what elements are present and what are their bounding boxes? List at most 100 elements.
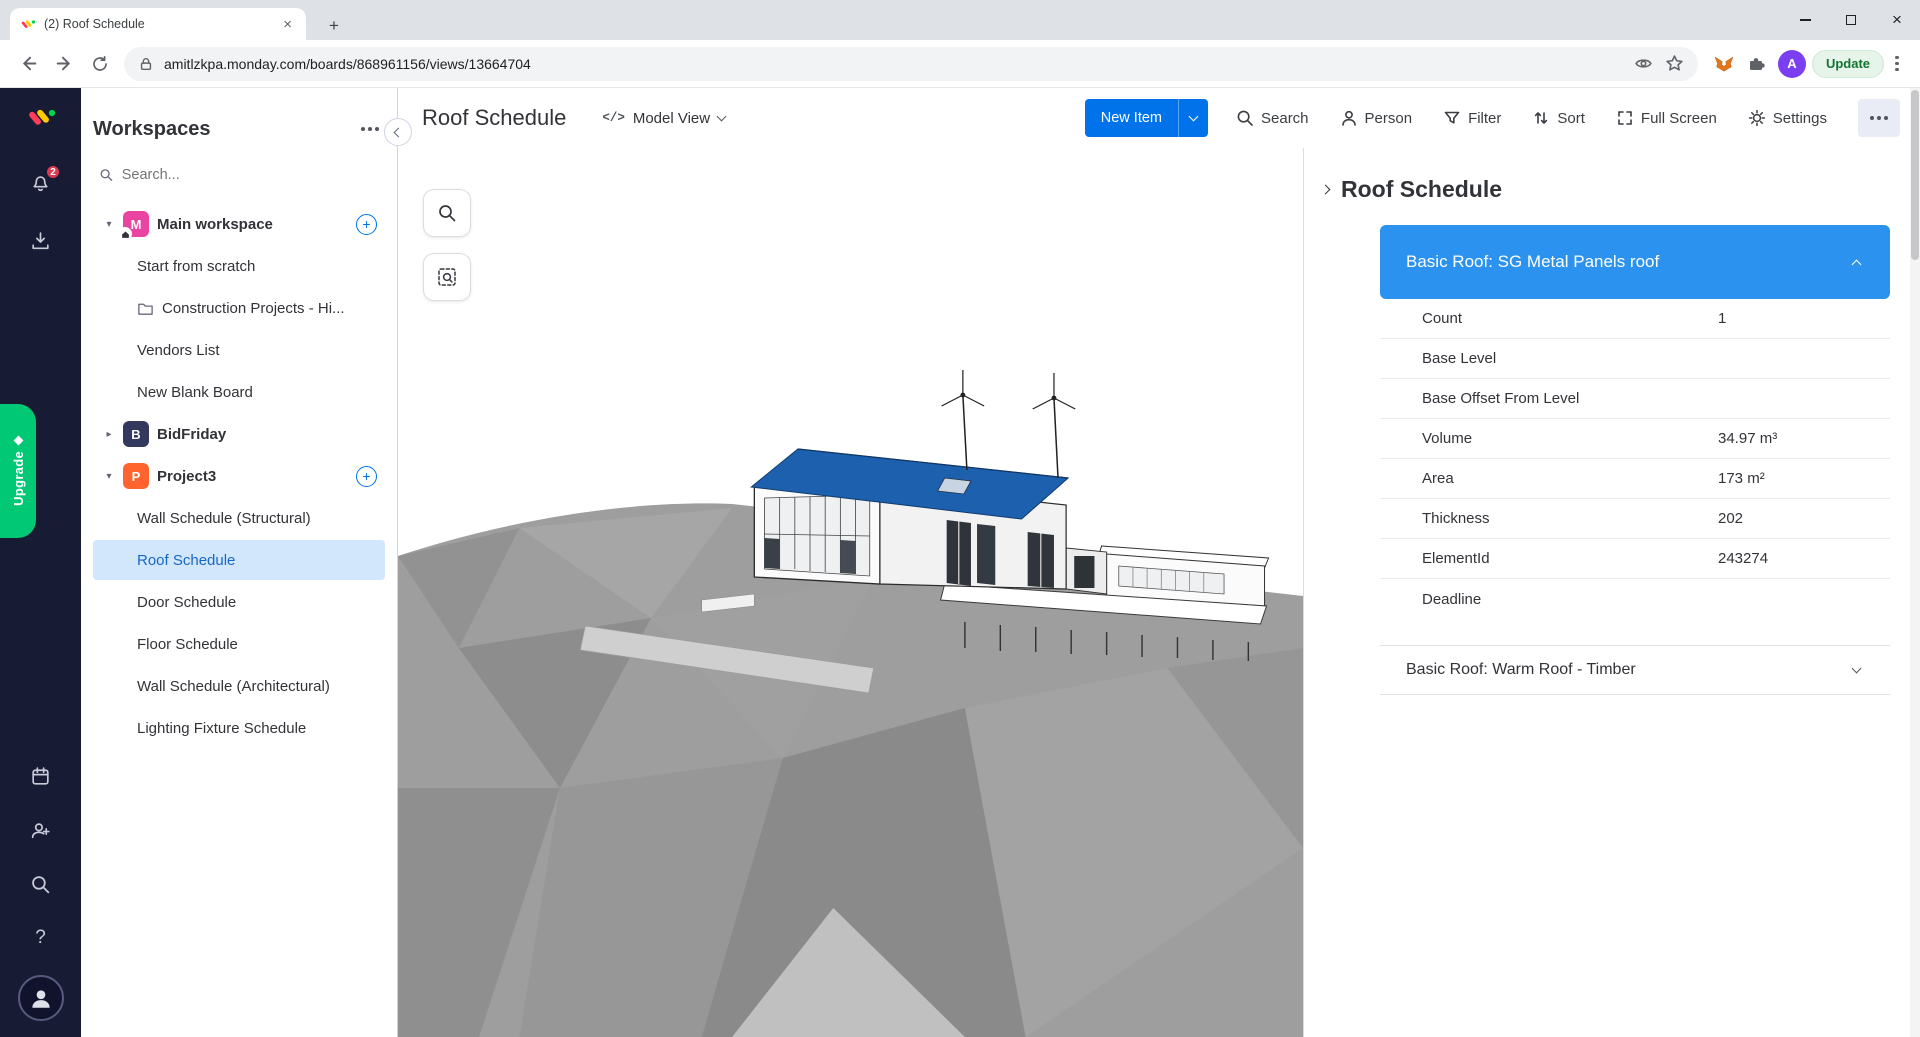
sidebar-item-vendors-list[interactable]: Vendors List — [93, 330, 385, 370]
workspace-project3[interactable]: ▾ P Project3 + — [93, 456, 385, 496]
sidebar-item-wall-schedule-structural[interactable]: Wall Schedule (Structural) — [93, 498, 385, 538]
new-tab-button[interactable]: + — [320, 12, 348, 40]
sidebar-item-construction-projects[interactable]: Construction Projects - Hi... — [93, 288, 385, 328]
code-view-icon: </> — [602, 111, 625, 125]
address-bar[interactable]: amitlzkpa.monday.com/boards/868961156/vi… — [124, 46, 1698, 81]
url-text: amitlzkpa.monday.com/boards/868961156/vi… — [164, 55, 531, 72]
bookmark-star-icon[interactable] — [1665, 54, 1684, 73]
property-value: 173 m² — [1718, 470, 1765, 487]
extensions-puzzle-icon[interactable] — [1740, 48, 1772, 80]
upgrade-pill[interactable]: Upgrade — [0, 404, 36, 538]
sidebar-item-door-schedule[interactable]: Door Schedule — [93, 582, 385, 622]
inbox-button[interactable] — [29, 230, 52, 253]
collapse-details-chevron[interactable] — [1320, 184, 1331, 195]
invite-members-button[interactable] — [29, 819, 52, 847]
sidebar-item-roof-schedule[interactable]: Roof Schedule — [93, 540, 385, 580]
search-icon — [1237, 110, 1253, 126]
browser-tab[interactable]: (2) Roof Schedule × — [10, 8, 306, 40]
workspace-avatar: B — [123, 421, 149, 447]
main-content: Roof Schedule </> Model View New Item Se… — [398, 88, 1920, 1037]
workspace-search-input[interactable] — [121, 167, 379, 183]
view-label: Model View — [632, 109, 711, 127]
sort-button[interactable]: Sort — [1530, 103, 1587, 133]
back-button[interactable] — [10, 46, 46, 82]
chevron-down-icon — [716, 111, 727, 121]
workspace-search[interactable] — [93, 158, 385, 192]
chevron-down-icon — [1188, 111, 1199, 121]
calendar-icon — [32, 767, 49, 785]
fullscreen-button[interactable]: Full Screen — [1614, 103, 1719, 133]
workspace-main[interactable]: ▾ M Main workspace + — [93, 204, 385, 244]
tab-close-icon[interactable]: × — [279, 16, 296, 33]
back-arrow-icon — [22, 56, 36, 71]
help-button[interactable]: ? — [35, 927, 46, 949]
table-row: Thickness 202 — [1380, 499, 1890, 539]
board-header: Roof Schedule </> Model View New Item Se… — [398, 88, 1920, 148]
monday-favicon-icon — [21, 20, 36, 28]
roof-section-collapsed[interactable]: Basic Roof: Warm Roof - Timber — [1380, 645, 1890, 695]
board-title: Roof Schedule — [422, 105, 567, 130]
workspace-name: BidFriday — [157, 425, 227, 443]
caret-right-icon[interactable]: ▸ — [103, 429, 115, 440]
metamask-extension-icon[interactable] — [1708, 48, 1740, 80]
new-item-split-button: New Item — [1084, 99, 1208, 137]
sidebar-item-floor-schedule[interactable]: Floor Schedule — [93, 624, 385, 664]
scrollbar-thumb[interactable] — [1911, 90, 1919, 260]
model-viewport[interactable] — [398, 148, 1303, 1037]
page-scrollbar[interactable] — [1910, 88, 1920, 1037]
caret-down-icon[interactable]: ▾ — [103, 471, 115, 482]
view-switcher[interactable]: </> Model View — [594, 104, 733, 133]
workspace-avatar: M — [118, 211, 149, 241]
refresh-button[interactable] — [82, 46, 118, 82]
collapse-panel-button[interactable] — [384, 118, 412, 146]
sidebar-item-start-from-scratch[interactable]: Start from scratch — [93, 246, 385, 286]
rail-search-button[interactable] — [29, 873, 52, 901]
new-item-button[interactable]: New Item — [1084, 99, 1178, 137]
magnifier-icon — [439, 205, 456, 222]
details-title: Roof Schedule — [1341, 176, 1503, 202]
property-label: Volume — [1422, 430, 1473, 447]
filter-funnel-icon — [1444, 111, 1460, 124]
property-label: Base Level — [1422, 350, 1497, 367]
property-value: 1 — [1718, 310, 1727, 327]
browser-menu-icon[interactable] — [1884, 48, 1910, 80]
settings-button[interactable]: Settings — [1746, 103, 1829, 133]
section-title: Basic Roof: SG Metal Panels roof — [1406, 252, 1660, 271]
workspace-name: Project3 — [157, 467, 217, 485]
add-to-workspace-button[interactable]: + — [356, 213, 377, 235]
browser-tabstrip: (2) Roof Schedule × + × — [0, 0, 1920, 40]
zoom-window-button[interactable] — [424, 254, 470, 300]
rail-bottom: ? — [17, 765, 64, 1037]
new-item-dropdown-button[interactable] — [1178, 99, 1208, 137]
notifications-button[interactable]: 2 — [29, 164, 61, 194]
roof-section-header[interactable]: Basic Roof: SG Metal Panels roof — [1380, 225, 1890, 299]
board-more-button[interactable] — [1858, 99, 1900, 137]
browser-profile-avatar[interactable]: A — [1777, 49, 1806, 78]
workspaces-menu-button[interactable] — [355, 114, 385, 144]
left-rail: 2 Upgrade ? — [0, 88, 81, 1037]
model-viewer[interactable] — [398, 148, 1304, 1037]
sidebar-item-new-blank-board[interactable]: New Blank Board — [93, 372, 385, 412]
table-row: Base Offset From Level — [1380, 379, 1890, 419]
preview-eye-icon[interactable] — [1634, 54, 1653, 73]
monday-logo[interactable] — [26, 104, 56, 135]
window-controls: × — [1782, 0, 1920, 40]
maximize-button[interactable] — [1828, 0, 1874, 40]
filter-button[interactable]: Filter — [1441, 103, 1503, 133]
user-avatar[interactable] — [17, 975, 64, 1021]
person-filter-button[interactable]: Person — [1338, 103, 1415, 133]
update-button[interactable]: Update — [1811, 49, 1884, 78]
search-action-button[interactable]: Search — [1234, 103, 1311, 133]
my-work-button[interactable] — [29, 765, 52, 793]
sidebar-item-lighting-fixture-schedule[interactable]: Lighting Fixture Schedule — [93, 708, 385, 748]
workspace-bidfriday[interactable]: ▸ B BidFriday — [93, 414, 385, 454]
person-silhouette-icon — [31, 990, 50, 1008]
forward-button[interactable] — [46, 46, 82, 82]
zoom-search-button[interactable] — [424, 190, 470, 236]
caret-down-icon[interactable]: ▾ — [103, 219, 115, 230]
add-to-workspace-button[interactable]: + — [356, 465, 377, 487]
tab-title: (2) Roof Schedule — [44, 17, 145, 31]
close-button[interactable]: × — [1874, 0, 1920, 40]
minimize-button[interactable] — [1782, 0, 1828, 40]
sidebar-item-wall-schedule-architectural[interactable]: Wall Schedule (Architectural) — [93, 666, 385, 706]
